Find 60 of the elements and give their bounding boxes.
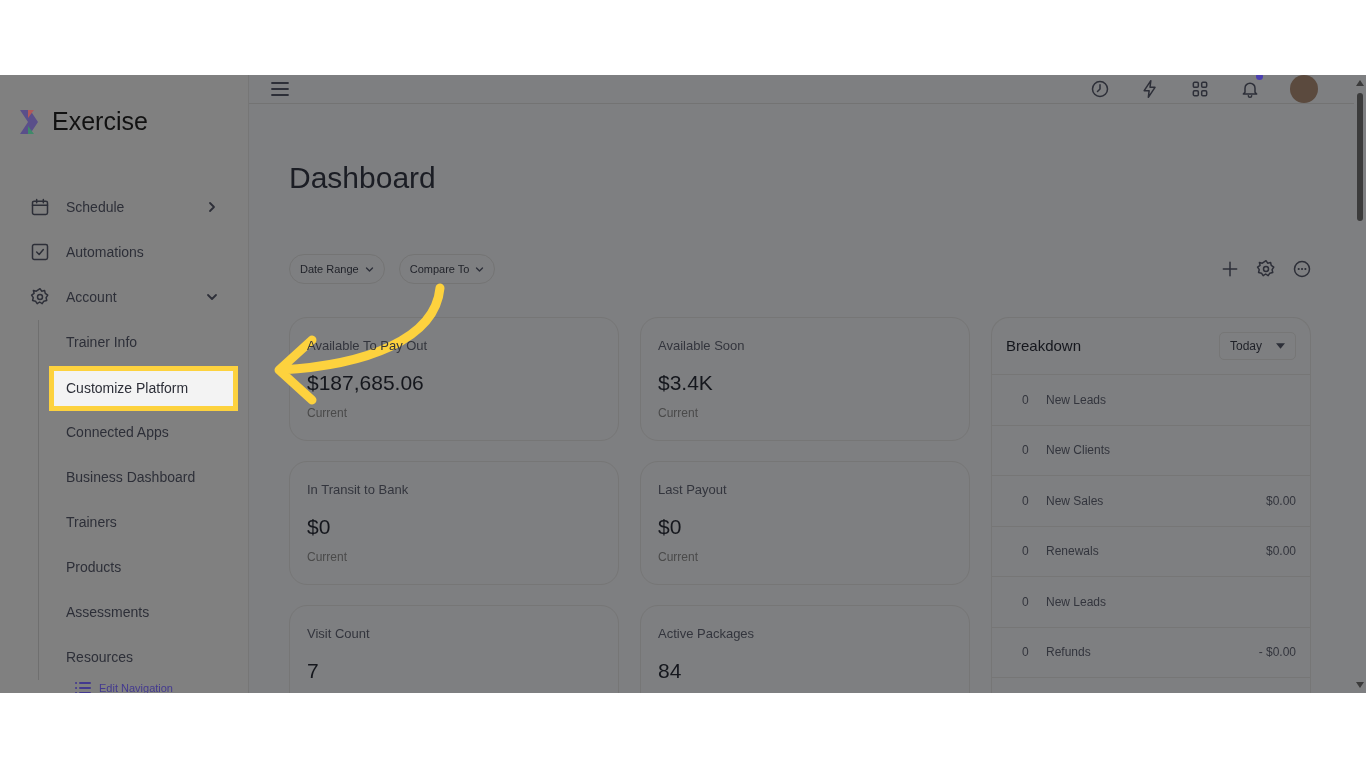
- stat-value: $0: [658, 513, 683, 540]
- sidebar-item[interactable]: Schedule: [0, 184, 248, 230]
- page-title: Dashboard: [289, 160, 437, 196]
- row-count: 0: [1022, 442, 1030, 460]
- stat-label: Available Soon: [658, 337, 746, 355]
- scroll-down-icon[interactable]: [1356, 682, 1364, 688]
- chevron-down-icon: [364, 264, 374, 274]
- checkbox-icon: [30, 242, 50, 262]
- period-select[interactable]: Today: [1219, 332, 1296, 360]
- menu-icon: [271, 81, 289, 97]
- row-label: Renewals: [1046, 543, 1100, 561]
- sidebar-subitem[interactable]: Business Dashboard: [49, 454, 238, 500]
- row-label: Refunds: [1046, 644, 1092, 662]
- sidebar-subitem[interactable]: Trainer Info: [49, 319, 238, 365]
- row-count: 0: [1022, 391, 1030, 409]
- clock-icon[interactable]: [1090, 79, 1110, 99]
- row-amount: $0.00: [1265, 492, 1296, 510]
- stat-label: In Transit to Bank: [307, 481, 410, 499]
- stat-label: Visit Count: [307, 625, 371, 643]
- sidebar-item[interactable]: Account: [0, 274, 248, 320]
- grid-icon[interactable]: [1190, 79, 1210, 99]
- chevron-down-icon: [475, 264, 485, 274]
- sidebar-item[interactable]: Automations: [0, 229, 248, 275]
- row-count: 0: [1022, 492, 1030, 510]
- panel-title: Breakdown: [1006, 335, 1082, 356]
- settings-icon: [30, 287, 50, 307]
- sidebar-subitem[interactable]: Connected Apps: [49, 409, 238, 455]
- stat-value: $187,685.06: [307, 369, 425, 396]
- stat-value: 7: [307, 657, 320, 684]
- sidebar-subitem[interactable]: Trainers: [49, 499, 238, 545]
- settings-icon[interactable]: [1256, 259, 1276, 279]
- row-label: New Clients: [1046, 442, 1112, 460]
- row-count: 0: [1022, 543, 1030, 561]
- sidebar-subitem[interactable]: Assessments: [49, 589, 238, 635]
- row-amount: - $0.00: [1258, 644, 1296, 662]
- list-icon: [75, 680, 91, 693]
- scroll-up-icon[interactable]: [1356, 80, 1364, 86]
- stat-value: 84: [658, 657, 683, 684]
- scrollbar-thumb[interactable]: [1357, 93, 1363, 221]
- stat-value: $0: [307, 513, 332, 540]
- menu-button[interactable]: [271, 81, 289, 97]
- row-count: 0: [1022, 644, 1030, 662]
- sidebar-subitem[interactable]: Resources: [49, 634, 238, 680]
- stat-value: $3.4K: [658, 369, 714, 396]
- row-label: New Sales: [1046, 492, 1105, 510]
- row-amount: $0.00: [1265, 543, 1296, 561]
- caret-down-icon: [1276, 343, 1285, 349]
- stat-label: Last Payout: [658, 481, 728, 499]
- add-icon[interactable]: [1220, 259, 1240, 279]
- brand-name: Exercise: [52, 106, 148, 137]
- edit-navigation-link[interactable]: Edit Navigation: [99, 679, 173, 693]
- stat-label: Active Packages: [658, 625, 756, 643]
- calendar-icon: [30, 197, 50, 217]
- sidebar-subitem[interactable]: Customize Platform: [49, 365, 238, 411]
- more-icon[interactable]: [1292, 259, 1312, 279]
- avatar[interactable]: [1290, 75, 1318, 103]
- row-label: New Leads: [1046, 593, 1108, 611]
- row-label: New Leads: [1046, 391, 1108, 409]
- row-count: 0: [1022, 593, 1030, 611]
- sidebar-subitem[interactable]: Products: [49, 544, 238, 590]
